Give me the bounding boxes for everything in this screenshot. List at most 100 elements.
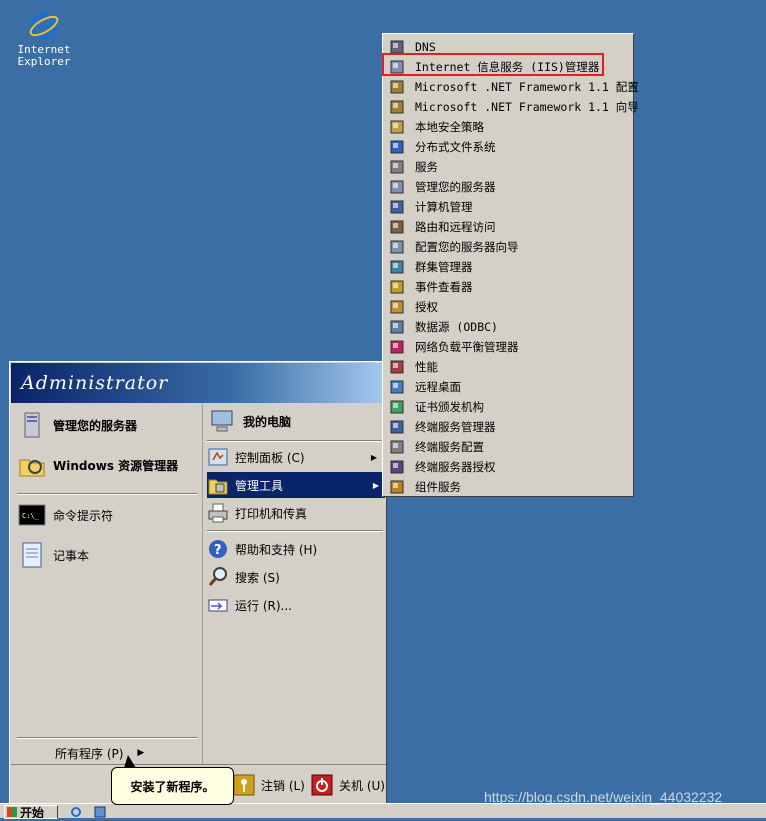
submenu-item-event-viewer[interactable]: 事件查看器	[385, 277, 631, 297]
dotnet-wizard-icon	[389, 99, 405, 115]
menu-item-search[interactable]: 搜索 (S)	[207, 564, 383, 590]
submenu-item-configure-server-wizard[interactable]: 配置您的服务器向导	[385, 237, 631, 257]
submenu-item-label: 路由和远程访问	[415, 220, 496, 234]
search-icon	[207, 566, 229, 588]
run-icon	[207, 594, 229, 616]
menu-item-run[interactable]: 运行 (R)...	[207, 592, 383, 618]
quicklaunch-ie-icon[interactable]	[70, 806, 82, 818]
submenu-item-licensing[interactable]: 授权	[385, 297, 631, 317]
pinned-item-windows-explorer[interactable]: Windows 资源管理器	[17, 448, 178, 482]
routing-remote-access-icon	[389, 219, 405, 235]
logoff-icon	[233, 774, 255, 796]
submenu-item-label: 本地安全策略	[415, 120, 484, 134]
submenu-item-label: 终端服务管理器	[415, 420, 496, 434]
submenu-item-terminal-server-licensing[interactable]: 终端服务器授权	[385, 457, 631, 477]
separator	[17, 493, 197, 495]
submenu-item-performance[interactable]: 性能	[385, 357, 631, 377]
submenu-item-label: 授权	[415, 300, 438, 314]
menu-item-my-computer[interactable]: 我的电脑	[207, 404, 383, 438]
submenu-item-label: Microsoft .NET Framework 1.1 向导	[415, 100, 639, 114]
quicklaunch-desktop-icon[interactable]	[94, 806, 106, 818]
terminal-services-config-icon	[389, 439, 405, 455]
submenu-item-label: 配置您的服务器向导	[415, 240, 519, 254]
start-menu-pinned-list: 管理您的服务器 Windows 资源管理器 C:\_ 命令提示符 记事本 所有程…	[11, 404, 201, 764]
power-icon	[311, 774, 333, 796]
cmd-icon: C:\_	[17, 500, 47, 530]
menu-item-help[interactable]: ? 帮助和支持 (H)	[207, 536, 383, 562]
submenu-item-label: DNS	[415, 40, 436, 54]
submenu-item-manage-server[interactable]: 管理您的服务器	[385, 177, 631, 197]
start-menu-header: Administrator	[11, 363, 386, 403]
submenu-item-label: 远程桌面	[415, 380, 461, 394]
submenu-item-component-services[interactable]: 组件服务	[385, 477, 631, 497]
pinned-item-notepad[interactable]: 记事本	[17, 538, 89, 572]
start-menu-system-list: 我的电脑 控制面板 (C) ▶ 管理工具 ▶ 打印机和传真 ? 帮助和支持 (H…	[202, 404, 386, 764]
separator	[207, 440, 383, 442]
menu-item-control-panel[interactable]: 控制面板 (C) ▶	[207, 444, 383, 470]
submenu-item-dotnet-wizard[interactable]: Microsoft .NET Framework 1.1 向导	[385, 97, 639, 117]
submenu-item-label: 数据源 (ODBC)	[415, 320, 498, 334]
submenu-item-label: 终端服务配置	[415, 440, 484, 454]
pinned-item-manage-server[interactable]: 管理您的服务器	[17, 408, 137, 442]
submenu-item-label: 组件服务	[415, 480, 461, 494]
manage-server-icon	[389, 179, 405, 195]
odbc-icon	[389, 319, 405, 335]
submenu-item-label: 性能	[415, 360, 438, 374]
printer-icon	[207, 502, 229, 524]
submenu-item-routing-remote-access[interactable]: 路由和远程访问	[385, 217, 631, 237]
cluster-manager-icon	[389, 259, 405, 275]
submenu-item-nlb-manager[interactable]: 网络负载平衡管理器	[385, 337, 631, 357]
submenu-item-terminal-services-config[interactable]: 终端服务配置	[385, 437, 631, 457]
component-services-icon	[389, 479, 405, 495]
windows-logo-icon	[7, 807, 17, 817]
submenu-item-label: 管理您的服务器	[415, 180, 496, 194]
arrow-right-icon: ▶	[137, 748, 145, 758]
menu-item-admin-tools[interactable]: 管理工具 ▶	[207, 472, 385, 498]
admin-tools-submenu: DNS Internet 信息服务 (IIS)管理器 Microsoft .NET …	[382, 33, 639, 497]
computer-management-icon	[389, 199, 405, 215]
event-viewer-icon	[389, 279, 405, 295]
submenu-item-odbc[interactable]: 数据源 (ODBC)	[385, 317, 631, 337]
terminal-server-licensing-icon	[389, 459, 405, 475]
submenu-item-dotnet-config[interactable]: Microsoft .NET Framework 1.1 配置	[385, 77, 639, 97]
submenu-item-label: 计算机管理	[415, 200, 473, 214]
submenu-item-terminal-services-manager[interactable]: 终端服务管理器	[385, 417, 631, 437]
local-security-policy-icon	[389, 119, 405, 135]
submenu-item-local-security-policy[interactable]: 本地安全策略	[385, 117, 631, 137]
terminal-services-manager-icon	[389, 419, 405, 435]
performance-icon	[389, 359, 405, 375]
submenu-item-services[interactable]: 服务	[385, 157, 631, 177]
watermark: https://blog.csdn.net/weixin_44032232	[484, 789, 723, 805]
user-name: Administrator	[21, 372, 169, 394]
server-manage-icon	[17, 410, 47, 440]
configure-server-wizard-icon	[389, 239, 405, 255]
submenu-item-dfs[interactable]: 分布式文件系统	[385, 137, 631, 157]
start-button[interactable]: 开始	[4, 805, 58, 819]
submenu-item-remote-desktop[interactable]: 远程桌面	[385, 377, 631, 397]
logoff-button[interactable]: 注销 (L)	[233, 772, 305, 798]
notepad-icon	[17, 540, 47, 570]
start-menu: Administrator 管理您的服务器 Windows 资源管理器 C:\_…	[9, 361, 387, 805]
submenu-item-cluster-manager[interactable]: 群集管理器	[385, 257, 631, 277]
desktop-icon-internet-explorer[interactable]: Internet Explorer	[14, 10, 74, 68]
services-icon	[389, 159, 405, 175]
shutdown-button[interactable]: 关机 (U)	[311, 772, 385, 798]
highlight-box	[382, 53, 604, 76]
submenu-item-label: 事件查看器	[415, 280, 473, 294]
dotnet-config-icon	[389, 79, 405, 95]
submenu-item-certificate-authority[interactable]: 证书颁发机构	[385, 397, 631, 417]
certificate-authority-icon	[389, 399, 405, 415]
dfs-icon	[389, 139, 405, 155]
pinned-item-command-prompt[interactable]: C:\_ 命令提示符	[17, 498, 113, 532]
submenu-item-label: 证书颁发机构	[415, 400, 484, 414]
admin-tools-icon	[207, 474, 229, 496]
desktop-icon-label: Internet Explorer	[17, 43, 71, 68]
help-icon: ?	[207, 538, 229, 560]
control-panel-icon	[207, 446, 229, 468]
my-computer-icon	[207, 406, 237, 436]
menu-item-printers[interactable]: 打印机和传真	[207, 500, 383, 526]
explorer-icon	[17, 450, 47, 480]
submenu-item-label: 分布式文件系统	[415, 140, 496, 154]
submenu-item-computer-management[interactable]: 计算机管理	[385, 197, 631, 217]
remote-desktop-icon	[389, 379, 405, 395]
